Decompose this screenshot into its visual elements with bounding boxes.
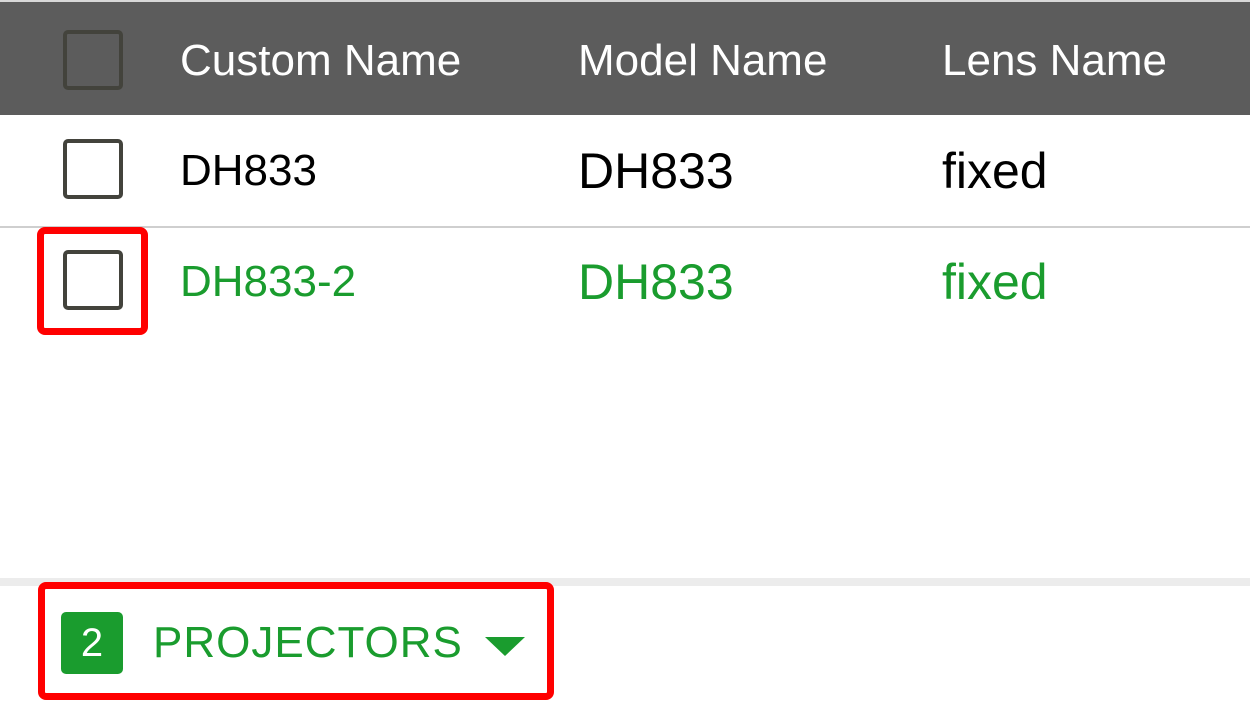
custom-name-cell: DH833-2 xyxy=(180,257,357,306)
lens-name-cell: fixed xyxy=(942,254,1048,310)
column-header-model-name[interactable]: Model Name xyxy=(578,36,827,86)
projector-list-page: Custom Name Model Name Lens Name DH833 D… xyxy=(0,0,1250,705)
model-name-cell: DH833 xyxy=(578,254,734,310)
projector-count-badge: 2 xyxy=(61,612,123,674)
projectors-dropdown-button[interactable]: 2 PROJECTORS xyxy=(38,582,554,700)
table-row[interactable]: DH833 DH833 fixed xyxy=(0,116,1250,228)
checkbox-highlight xyxy=(37,227,148,335)
table-row[interactable]: DH833-2 DH833 fixed xyxy=(0,228,1250,338)
model-name-cell: DH833 xyxy=(578,143,734,199)
column-header-custom-name[interactable]: Custom Name xyxy=(180,36,461,86)
row-checkbox[interactable] xyxy=(63,139,123,199)
table-header: Custom Name Model Name Lens Name xyxy=(0,0,1250,115)
caret-down-icon[interactable] xyxy=(485,637,525,656)
custom-name-cell: DH833 xyxy=(180,146,317,195)
select-all-checkbox[interactable] xyxy=(63,30,123,90)
column-header-lens-name[interactable]: Lens Name xyxy=(942,36,1167,86)
lens-name-cell: fixed xyxy=(942,143,1048,199)
projectors-label: PROJECTORS xyxy=(153,618,463,667)
